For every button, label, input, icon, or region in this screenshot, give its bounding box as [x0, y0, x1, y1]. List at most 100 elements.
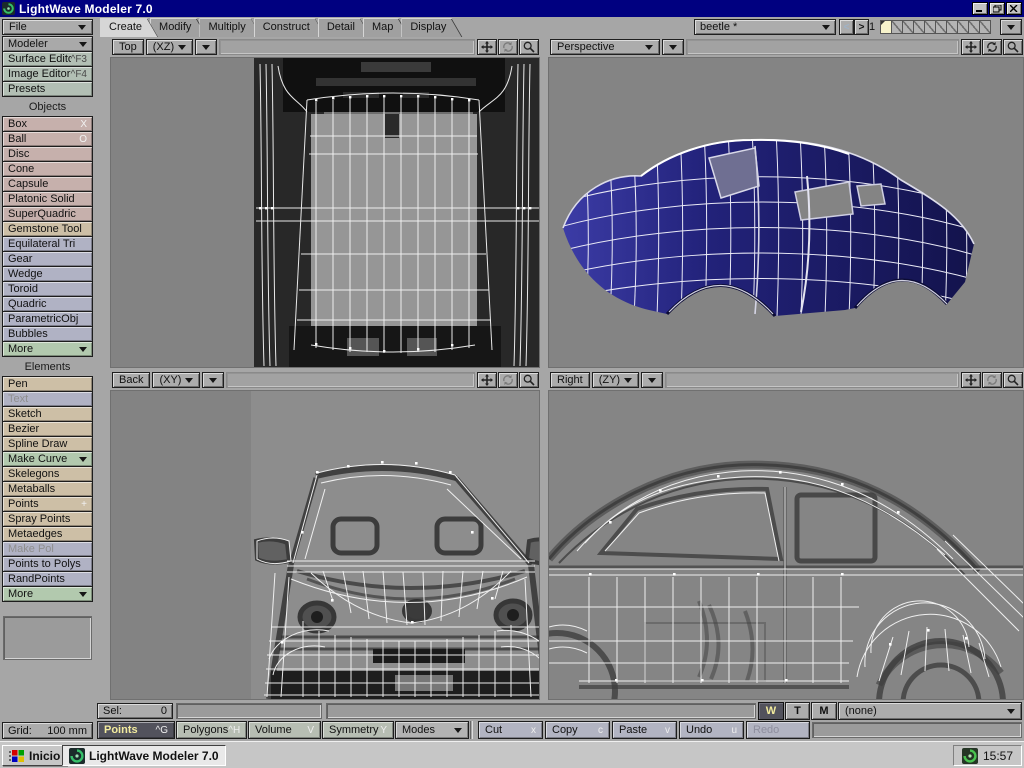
- sidebar-item-presets[interactable]: Presets: [2, 81, 93, 97]
- layer-cell-10[interactable]: [979, 20, 991, 34]
- minimize-button[interactable]: [972, 2, 988, 15]
- sidebar-item-spline-draw[interactable]: Spline Draw: [2, 436, 93, 452]
- viewport-style-button[interactable]: [195, 39, 217, 55]
- viewport-name-button[interactable]: Top: [112, 39, 144, 55]
- next-object-button[interactable]: >: [854, 19, 869, 35]
- sidebar-item-toroid[interactable]: Toroid: [2, 281, 93, 297]
- file-menu-button[interactable]: File: [2, 19, 93, 35]
- viewport-top-canvas[interactable]: [110, 57, 540, 368]
- tab-create[interactable]: Create: [100, 18, 158, 37]
- viewport-right-canvas[interactable]: [548, 390, 1024, 700]
- start-button[interactable]: Inicio: [2, 745, 67, 766]
- sidebar-item-label: Quadric: [8, 298, 87, 310]
- redo-button: Redo: [746, 721, 810, 739]
- sidebar-item-ball[interactable]: BallO: [2, 131, 93, 147]
- viewport-name-button[interactable]: Right: [550, 372, 590, 388]
- pan-icon[interactable]: [961, 39, 981, 55]
- sidebar-item-parametricobj[interactable]: ParametricObj: [2, 311, 93, 327]
- sidebar-item-randpoints[interactable]: RandPoints: [2, 571, 93, 587]
- viewport-style-button[interactable]: [641, 372, 663, 388]
- rotate-icon[interactable]: [498, 39, 518, 55]
- zoom-icon[interactable]: [519, 39, 539, 55]
- mode-volume-button[interactable]: VolumeV: [248, 721, 321, 739]
- close-button[interactable]: [1006, 2, 1022, 15]
- modeler-menu-button[interactable]: Modeler: [2, 36, 93, 52]
- action-label: Cut: [485, 724, 531, 736]
- sidebar-item-points[interactable]: Points+: [2, 496, 93, 512]
- sidebar-item-make-curve[interactable]: Make Curve: [2, 451, 93, 467]
- paste-button[interactable]: Pastev: [612, 721, 677, 739]
- viewport-back-canvas[interactable]: [110, 390, 540, 700]
- mode-modes-button[interactable]: Modes: [395, 721, 469, 739]
- sidebar-item-wedge[interactable]: Wedge: [2, 266, 93, 282]
- rotate-icon[interactable]: [498, 372, 518, 388]
- taskbar-app-button[interactable]: LightWave Modeler 7.0: [62, 745, 226, 766]
- viewport-style-button[interactable]: [662, 39, 684, 55]
- sidebar-item-skelegons[interactable]: Skelegons: [2, 466, 93, 482]
- zoom-icon[interactable]: [1003, 372, 1023, 388]
- sidebar-item-pen[interactable]: Pen: [2, 376, 93, 392]
- mode-points-button[interactable]: Points^G: [97, 721, 175, 739]
- cut-button[interactable]: Cutx: [478, 721, 543, 739]
- sidebar-item-cone[interactable]: Cone: [2, 161, 93, 177]
- rotate-icon[interactable]: [982, 39, 1002, 55]
- sidebar-item-bezier[interactable]: Bezier: [2, 421, 93, 437]
- sidebar-item-metaedges[interactable]: Metaedges: [2, 526, 93, 542]
- viewport-perspective-canvas[interactable]: [548, 57, 1024, 368]
- sidebar-item-more[interactable]: More: [2, 341, 93, 357]
- viewport-axis-button[interactable]: (XY): [152, 372, 200, 388]
- tray-lightwave-icon[interactable]: [962, 748, 978, 764]
- tab-modify[interactable]: Modify: [150, 18, 207, 37]
- viewport-name-button[interactable]: Back: [112, 372, 150, 388]
- sidebar-item-label: Spline Draw: [8, 438, 87, 450]
- sidebar-item-label: Make Curve: [8, 453, 79, 465]
- mode-symmetry-button[interactable]: SymmetryY: [322, 721, 394, 739]
- sidebar-item-image-editor[interactable]: Image Editor^F4: [2, 66, 93, 82]
- sidebar-item-capsule[interactable]: Capsule: [2, 176, 93, 192]
- sidebar-item-more[interactable]: More: [2, 586, 93, 602]
- sidebar-item-bubbles[interactable]: Bubbles: [2, 326, 93, 342]
- sidebar-item-superquadric[interactable]: SuperQuadric: [2, 206, 93, 222]
- sidebar-item-surface-editor[interactable]: Surface Editor^F3: [2, 51, 93, 67]
- sidebar-item-metaballs[interactable]: Metaballs: [2, 481, 93, 497]
- system-tray: 15:57: [953, 745, 1022, 766]
- rotate-icon[interactable]: [982, 372, 1002, 388]
- zoom-icon[interactable]: [1003, 39, 1023, 55]
- sidebar-item-quadric[interactable]: Quadric: [2, 296, 93, 312]
- sidebar-item-points-to-polys[interactable]: Points to Polys: [2, 556, 93, 572]
- vmap-w-button[interactable]: W: [758, 702, 784, 720]
- sidebar-item-gear[interactable]: Gear: [2, 251, 93, 267]
- layer-bank-dropdown[interactable]: [1000, 19, 1022, 35]
- undo-button[interactable]: Undou: [679, 721, 744, 739]
- pan-icon[interactable]: [477, 39, 497, 55]
- sidebar-item-disc[interactable]: Disc: [2, 146, 93, 162]
- sidebar-item-platonic-solid[interactable]: Platonic Solid: [2, 191, 93, 207]
- shortcut-label: +: [81, 499, 87, 510]
- pan-icon[interactable]: [477, 372, 497, 388]
- sidebar-item-spray-points[interactable]: Spray Points: [2, 511, 93, 527]
- sidebar-item-equilateral-tri[interactable]: Equilateral Tri: [2, 236, 93, 252]
- prev-object-button[interactable]: <: [839, 19, 854, 35]
- copy-button[interactable]: Copyc: [545, 721, 610, 739]
- vmap-m-button[interactable]: M: [811, 702, 837, 720]
- tab-display[interactable]: Display: [401, 18, 462, 37]
- vmap-t-button[interactable]: T: [785, 702, 810, 720]
- current-object-dropdown[interactable]: beetle *: [694, 19, 836, 35]
- tab-construct[interactable]: Construct: [254, 18, 326, 37]
- viewport-style-button[interactable]: [202, 372, 224, 388]
- mode-polygons-button[interactable]: Polygons^H: [176, 721, 247, 739]
- sidebar-item-sketch[interactable]: Sketch: [2, 406, 93, 422]
- zoom-icon[interactable]: [519, 372, 539, 388]
- sidebar-item-label: Gemstone Tool: [8, 223, 87, 235]
- layer-cell-1[interactable]: [880, 20, 892, 34]
- restore-button[interactable]: [989, 2, 1005, 15]
- viewport-axis-button[interactable]: (ZY): [592, 372, 639, 388]
- tab-multiply[interactable]: Multiply: [199, 18, 261, 37]
- viewport-name-button[interactable]: Perspective: [550, 39, 660, 55]
- sidebar-item-box[interactable]: BoxX: [2, 116, 93, 132]
- pan-icon[interactable]: [961, 372, 981, 388]
- viewport-axis-button[interactable]: (XZ): [146, 39, 193, 55]
- surface-name-dropdown[interactable]: (none): [838, 702, 1022, 720]
- sidebar-item-label: SuperQuadric: [8, 208, 87, 220]
- sidebar-item-gemstone-tool[interactable]: Gemstone Tool: [2, 221, 93, 237]
